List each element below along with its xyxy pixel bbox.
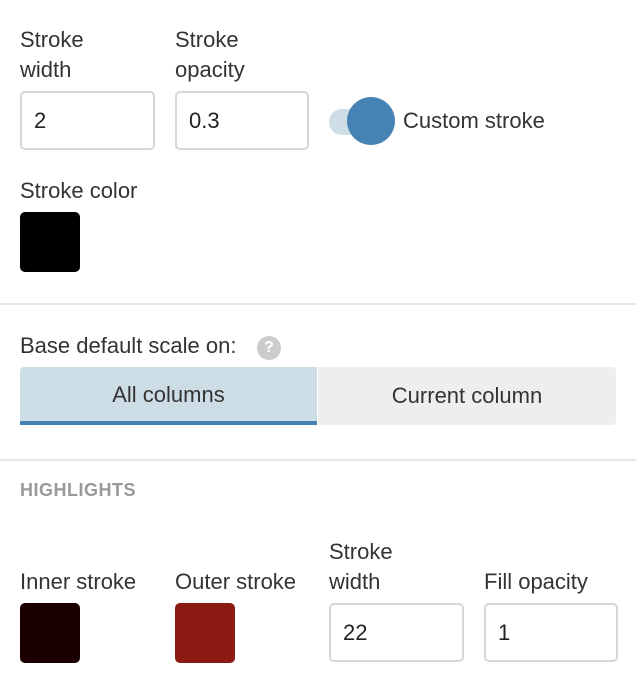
stroke-color-swatch[interactable]	[20, 212, 80, 272]
stroke-opacity-label-line2: opacity	[175, 57, 245, 82]
stroke-opacity-label-line1: Stroke	[175, 27, 239, 52]
segment-all-columns[interactable]: All columns	[20, 367, 317, 425]
highlight-stroke-width-label-line1: Stroke	[329, 539, 393, 564]
help-icon[interactable]: ?	[257, 336, 281, 360]
custom-stroke-label: Custom stroke	[403, 108, 545, 133]
inner-stroke-swatch[interactable]	[20, 603, 80, 663]
inner-stroke-label: Inner stroke	[20, 569, 137, 594]
fill-opacity-label: Fill opacity	[484, 569, 588, 594]
custom-stroke-toggle-knob[interactable]	[347, 97, 395, 145]
outer-stroke-label: Outer stroke	[175, 569, 297, 594]
highlight-stroke-width-input[interactable]	[329, 603, 464, 662]
segment-current-column[interactable]: Current column	[318, 367, 616, 425]
stroke-width-label-line2: width	[20, 57, 72, 82]
outer-stroke-swatch[interactable]	[175, 603, 235, 663]
highlight-stroke-width-label: Stroke width	[329, 537, 393, 597]
stroke-width-label: Stroke width	[20, 25, 84, 85]
stroke-opacity-label: Stroke opacity	[175, 25, 245, 85]
section-divider	[0, 459, 636, 461]
section-divider	[0, 303, 636, 305]
highlight-stroke-width-label-line2: width	[329, 569, 381, 594]
stroke-color-label: Stroke color	[20, 178, 138, 203]
highlights-heading: HIGHLIGHTS	[20, 480, 136, 500]
stroke-opacity-input[interactable]	[175, 91, 309, 150]
stroke-width-input[interactable]	[20, 91, 155, 150]
scale-basis-label: Base default scale on:	[20, 333, 237, 358]
stroke-width-label-line1: Stroke	[20, 27, 84, 52]
fill-opacity-input[interactable]	[484, 603, 618, 662]
